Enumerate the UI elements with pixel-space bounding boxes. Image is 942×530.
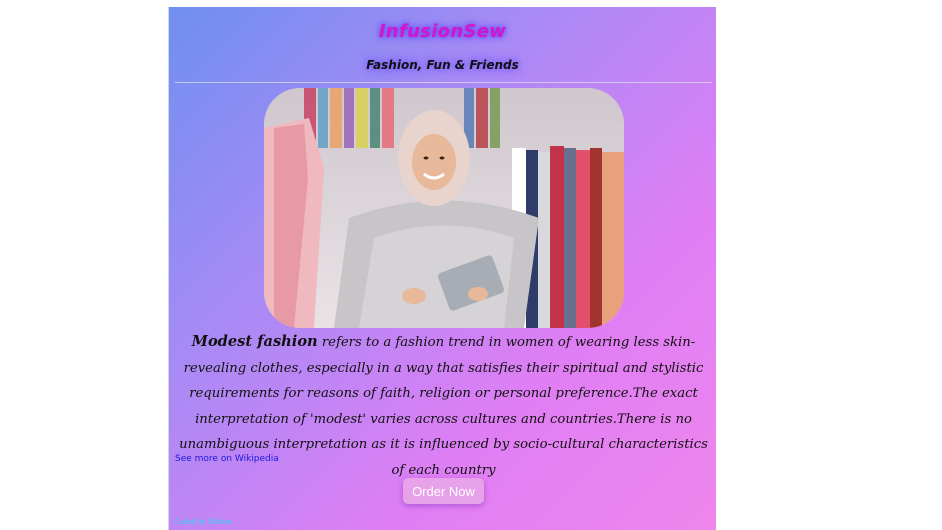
page-panel: InfusionSew Fashion, Fun & Friends Modes… [168, 7, 716, 530]
brand-title: InfusionSew [378, 21, 507, 42]
term-heading: Modest fashion [191, 333, 318, 350]
wikipedia-link[interactable]: See more on Wikipedia [175, 454, 279, 464]
footer-credit: Coded by Shibtan [175, 517, 233, 526]
hero-image [264, 88, 624, 328]
tagline: Fashion, Fun & Friends [366, 58, 519, 72]
order-now-button[interactable]: Order Now [403, 478, 484, 504]
divider [175, 82, 712, 83]
